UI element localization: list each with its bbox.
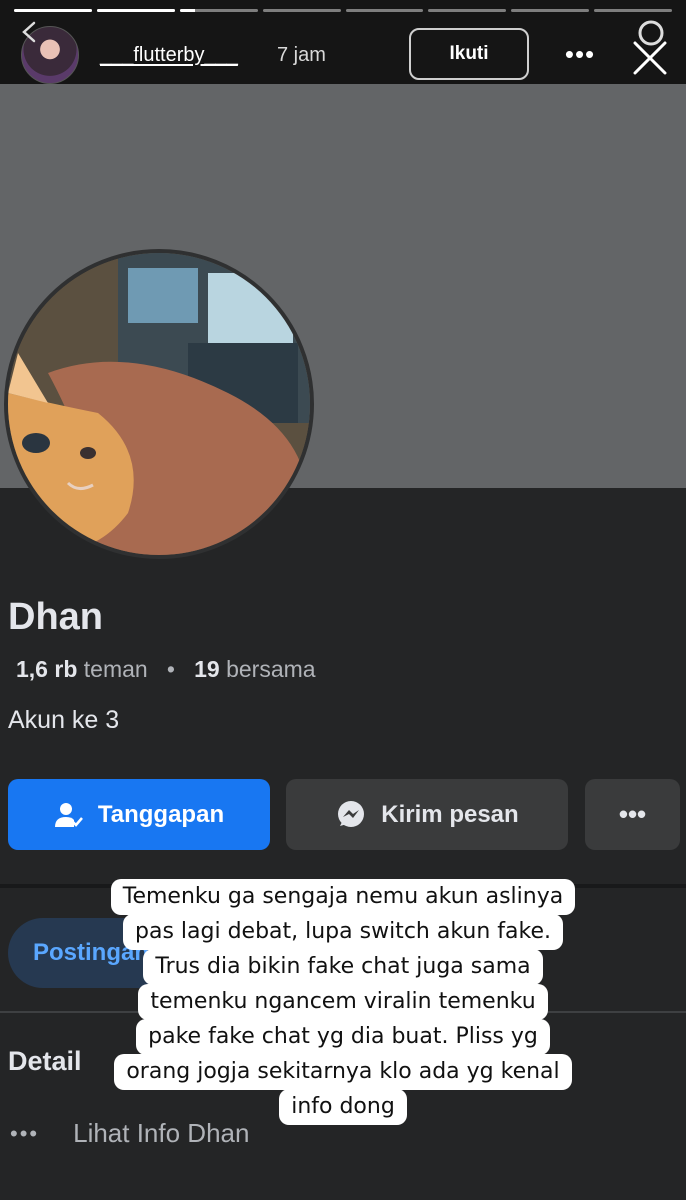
profile-more-button[interactable]: ••• bbox=[585, 779, 680, 850]
caption-line: pas lagi debat, lupa switch akun fake. bbox=[123, 914, 563, 950]
caption-line: temenku ngancem viralin temenku bbox=[138, 984, 548, 1020]
progress-segment bbox=[179, 9, 258, 12]
poster-username[interactable]: ___flutterby___ bbox=[100, 44, 238, 67]
progress-segment bbox=[511, 9, 590, 12]
respond-label: Tanggapan bbox=[97, 800, 225, 828]
back-arrow-icon[interactable] bbox=[16, 19, 42, 45]
caption-line: pake fake chat yg dia buat. Pliss yg bbox=[136, 1019, 550, 1055]
mutual-label: bersama bbox=[226, 656, 316, 682]
progress-segment bbox=[345, 9, 424, 12]
progress-segment bbox=[428, 9, 507, 12]
friends-label: teman bbox=[83, 656, 148, 682]
profile-picture[interactable] bbox=[4, 249, 314, 559]
send-message-button[interactable]: Kirim pesan bbox=[286, 779, 568, 850]
progress-segment bbox=[14, 9, 92, 12]
close-icon[interactable] bbox=[630, 38, 670, 78]
progress-segment bbox=[96, 9, 175, 12]
caption-line: orang jogja sekitarnya klo ada yg kenal bbox=[114, 1054, 572, 1090]
story-progress bbox=[14, 9, 672, 12]
progress-segment bbox=[594, 9, 672, 12]
story-caption: Temenku ga sengaja nemu akun aslinya pas… bbox=[0, 879, 686, 1125]
caption-line: info dong bbox=[279, 1089, 407, 1125]
story-viewer: ___flutterby___ 7 jam Ikuti ••• Dhan 1,6… bbox=[0, 0, 686, 1200]
send-message-label: Kirim pesan bbox=[381, 800, 519, 828]
messenger-icon bbox=[338, 800, 365, 827]
caption-line: Trus dia bikin fake chat juga sama bbox=[143, 949, 543, 985]
progress-segment bbox=[262, 9, 341, 12]
profile-bio: Akun ke 3 bbox=[8, 706, 120, 734]
more-options-icon[interactable]: ••• bbox=[558, 40, 602, 68]
profile-name: Dhan bbox=[8, 596, 103, 638]
friend-respond-icon bbox=[54, 802, 83, 827]
friends-summary: 1,6 rb teman • 19 bersama bbox=[16, 656, 316, 682]
friends-count: 1,6 rb bbox=[16, 656, 78, 682]
mutual-count: 19 bbox=[194, 656, 220, 682]
caption-line: Temenku ga sengaja nemu akun aslinya bbox=[110, 879, 576, 915]
cat-photo bbox=[8, 253, 310, 555]
more-dots-icon: ••• bbox=[618, 799, 647, 829]
respond-button[interactable]: Tanggapan bbox=[8, 779, 270, 850]
follow-button[interactable]: Ikuti bbox=[409, 28, 529, 80]
story-timestamp: 7 jam bbox=[277, 44, 326, 66]
